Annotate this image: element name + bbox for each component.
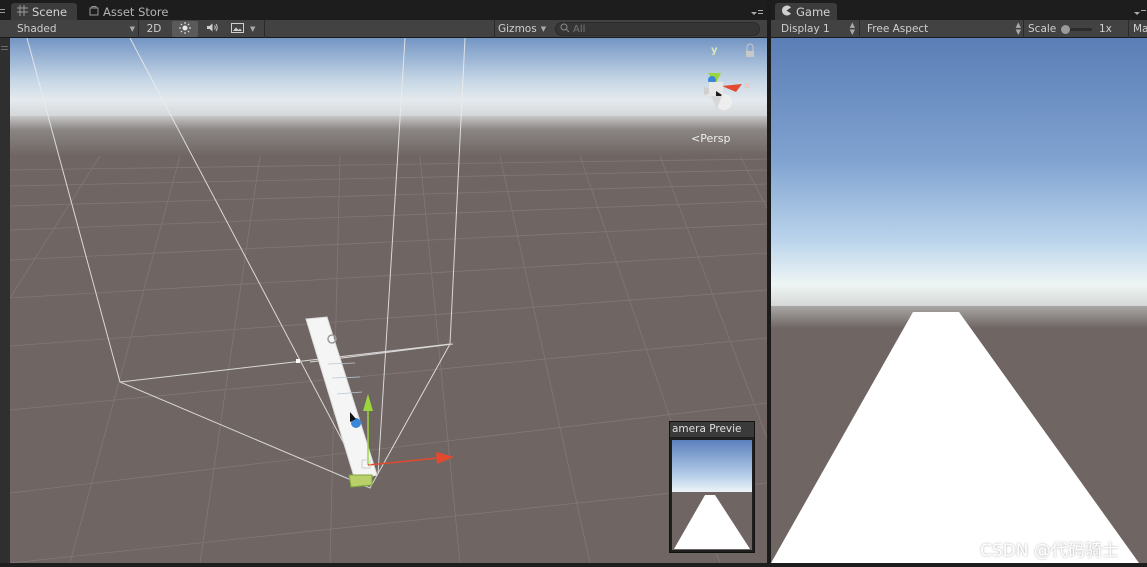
scale-label: Scale bbox=[1028, 23, 1057, 35]
tab-asset-store[interactable]: Asset Store bbox=[83, 3, 179, 20]
projection-label: Persp bbox=[700, 132, 730, 145]
tab-asset-store-label: Asset Store bbox=[103, 4, 169, 19]
scene-viewport[interactable]: y x <Persp amera Previe bbox=[10, 38, 767, 563]
tab-options-icon[interactable] bbox=[750, 7, 764, 17]
scene-left-edge bbox=[0, 38, 10, 563]
game-toolbar: Display 1 ▲ ▼ Free Aspect ▲ ▼ Scale 1x Ma bbox=[771, 20, 1147, 38]
gizmos-label: Gizmos bbox=[498, 23, 537, 35]
mode-2d-button[interactable]: 2D bbox=[140, 21, 168, 37]
tab-game-label: Game bbox=[796, 4, 831, 19]
speaker-icon bbox=[206, 22, 219, 36]
scale-slider-thumb[interactable] bbox=[1061, 25, 1070, 34]
panel-menu-icon[interactable] bbox=[0, 6, 6, 14]
tab-options-icon[interactable] bbox=[1133, 7, 1147, 17]
projection-toggle[interactable]: <Persp bbox=[691, 132, 730, 145]
image-icon bbox=[231, 22, 244, 36]
tab-scene[interactable]: Scene bbox=[11, 3, 77, 20]
dropdown-arrow-icon: ▼ bbox=[129, 25, 135, 33]
scene-tab-strip: Scene Asset Store bbox=[0, 0, 767, 20]
camera-preview-image bbox=[672, 440, 752, 550]
display-label: Display 1 bbox=[781, 23, 830, 35]
lighting-toggle[interactable] bbox=[172, 21, 198, 37]
dropdown-arrow-icon: ▼ bbox=[540, 25, 547, 33]
sun-icon bbox=[179, 21, 191, 37]
tab-game[interactable]: Game bbox=[775, 3, 837, 20]
scene-view-canvas[interactable]: y x <Persp bbox=[10, 38, 767, 563]
updown-arrows-icon: ▲ ▼ bbox=[849, 21, 855, 36]
pacman-icon bbox=[781, 5, 792, 19]
shopping-bag-icon bbox=[89, 5, 99, 19]
camera-preview-title: amera Previe bbox=[670, 422, 754, 437]
effects-dropdown[interactable]: ▼ bbox=[227, 21, 261, 37]
grid-icon bbox=[17, 4, 28, 19]
aspect-label: Free Aspect bbox=[867, 23, 929, 35]
camera-preview: amera Previe bbox=[669, 421, 755, 553]
game-view-canvas bbox=[771, 38, 1147, 563]
maximize-on-play-button[interactable]: Ma bbox=[1133, 21, 1147, 37]
gizmos-dropdown[interactable]: Gizmos ▼ bbox=[498, 21, 550, 37]
gizmo-x-axis-label: x bbox=[744, 81, 750, 91]
csdn-watermark: CSDN @代码骑士 bbox=[980, 541, 1119, 561]
search-placeholder: All bbox=[573, 23, 586, 35]
projection-chevron-icon: < bbox=[691, 132, 700, 145]
bottom-edge bbox=[0, 563, 1147, 567]
frustum-handle[interactable] bbox=[296, 359, 300, 363]
scale-value: 1x bbox=[1099, 23, 1112, 35]
audio-toggle[interactable] bbox=[200, 21, 224, 37]
aspect-dropdown[interactable]: Free Aspect ▲ ▼ bbox=[867, 21, 1021, 37]
display-dropdown[interactable]: Display 1 ▲ ▼ bbox=[781, 21, 855, 37]
updown-arrows-icon: ▲ ▼ bbox=[1015, 21, 1021, 36]
tab-scene-label: Scene bbox=[32, 4, 68, 19]
scene-toolbar: Shaded ▼ 2D ▼ Gizmos ▼ All bbox=[0, 20, 767, 38]
shading-mode-label: Shaded bbox=[17, 23, 57, 35]
hierarchy-search-field[interactable]: All bbox=[555, 22, 760, 36]
game-viewport[interactable]: CSDN @代码骑士 bbox=[771, 38, 1147, 563]
search-icon bbox=[560, 23, 571, 36]
mode-2d-label: 2D bbox=[146, 23, 162, 35]
gizmo-y-axis-label: y bbox=[711, 45, 718, 56]
shading-mode-dropdown[interactable]: Shaded ▼ bbox=[17, 21, 135, 37]
dropdown-arrow-icon: ▼ bbox=[250, 25, 256, 33]
game-tab-strip: Game bbox=[771, 0, 1147, 20]
